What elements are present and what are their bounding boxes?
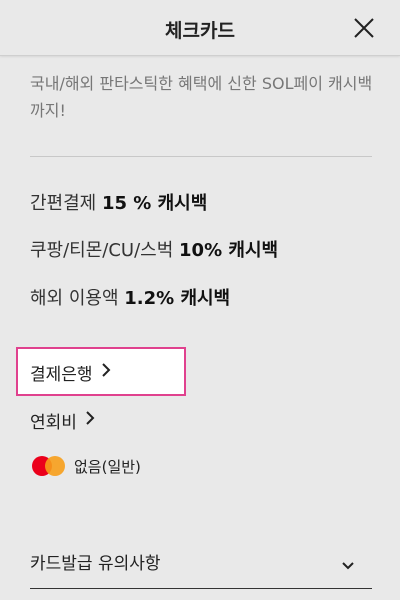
top-bar: 체크카드 [0,0,400,56]
benefit-item: 간편결제 15 % 캐시백 [30,189,207,215]
annual-fee-value: 없음(일반) [74,457,141,476]
close-icon [354,18,374,38]
benefit-highlight: 1.2% 캐시백 [124,288,231,309]
benefit-highlight: 10% 캐시백 [179,240,279,261]
annual-fee-link[interactable]: 연회비 [30,408,95,433]
card-issue-notice-accordion[interactable]: 카드발급 유의사항 [30,545,372,589]
divider [30,156,372,157]
chevron-right-icon [85,410,95,431]
chevron-down-icon [342,555,354,574]
benefit-item: 쿠팡/티몬/CU/스벅 10% 캐시백 [30,236,278,262]
benefit-text: 쿠팡/티몬/CU/스벅 [30,240,180,261]
payment-bank-label: 결제은행 [30,365,93,385]
chevron-right-icon [101,362,111,383]
benefit-item: 해외 이용액 1.2% 캐시백 [30,284,230,310]
close-button[interactable] [352,16,376,40]
card-description: 국내/해외 판타스틱한 혜택에 신한 SOL페이 캐시백까지! [30,74,373,120]
mastercard-icon [32,455,66,477]
benefit-text: 간편결제 [30,193,102,214]
payment-bank-link[interactable]: 결제은행 [30,360,111,385]
benefit-text: 해외 이용액 [30,288,125,309]
annual-fee-label: 연회비 [30,413,77,433]
annual-fee-row: 없음(일반) [32,455,141,477]
notice-label: 카드발급 유의사항 [30,554,161,574]
page-title: 체크카드 [165,20,235,42]
benefit-highlight: 15 % 캐시백 [101,193,208,214]
